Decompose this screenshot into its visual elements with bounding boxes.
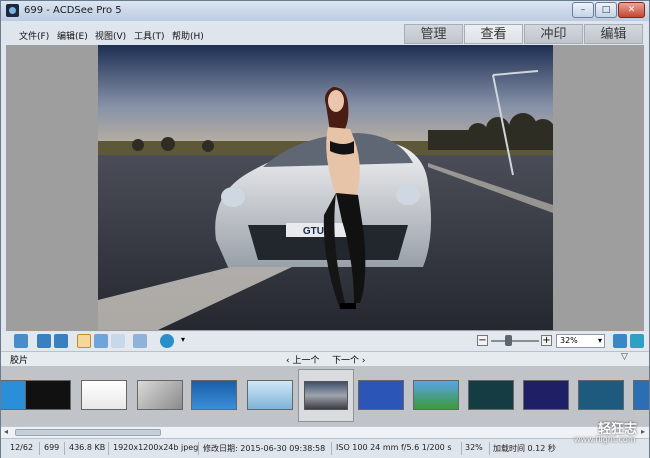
chevron-down-icon: ▾ [597, 336, 602, 345]
menu-edit[interactable]: 编辑(E) [57, 29, 88, 42]
status-zoom: 32% [465, 443, 483, 452]
filmstrip-header: 胶片 ‹ 上一个 下一个 › ▽ [1, 351, 649, 366]
tab-manage[interactable]: 管理 [404, 24, 463, 44]
filmstrip-thumb[interactable] [247, 380, 293, 410]
filmstrip-thumb-selected[interactable] [298, 369, 354, 422]
close-button[interactable]: ✕ [618, 2, 645, 18]
tab-develop[interactable]: 冲印 [524, 24, 583, 44]
photo: GTUU [98, 45, 553, 330]
status-name: 699 [44, 443, 60, 452]
filmstrip-thumb[interactable] [25, 380, 71, 410]
hand-tool-icon[interactable] [77, 334, 91, 348]
tab-edit[interactable]: 编辑 [584, 24, 643, 44]
filmstrip-thumb[interactable] [413, 380, 459, 410]
status-size: 436.8 KB [69, 443, 106, 452]
status-modified: 修改日期: 2015-06-30 09:38:58 [203, 444, 326, 453]
status-exif: ISO 100 24 mm f/5.6 1/200 s [336, 443, 452, 452]
rotate-left-icon[interactable] [37, 334, 51, 348]
select-tool-icon[interactable] [94, 334, 108, 348]
status-dimensions: 1920x1200x24b jpeg [113, 443, 199, 452]
image-viewer[interactable]: GTUU [6, 45, 644, 331]
menu-file[interactable]: 文件(F) [19, 29, 49, 42]
filmstrip-thumb[interactable] [358, 380, 404, 410]
selected-thumb-image [304, 381, 348, 410]
scroll-left-icon[interactable]: ◂ [4, 427, 8, 436]
filmstrip-thumb[interactable] [191, 380, 237, 410]
window-title: 699 - ACDSee Pro 5 [24, 5, 122, 16]
filmstrip-thumb[interactable] [633, 380, 649, 410]
watermark-url: www.flight.com [574, 435, 636, 444]
status-index: 12/62 [10, 443, 34, 452]
zoom-select[interactable]: 32% ▾ [556, 334, 605, 348]
scrollbar-thumb[interactable] [15, 429, 161, 436]
tab-view[interactable]: 查看 [464, 24, 523, 44]
minimize-button[interactable]: – [572, 2, 594, 18]
filmstrip-thumb[interactable] [578, 380, 624, 410]
fullscreen-icon[interactable] [630, 334, 644, 348]
maximize-button[interactable]: □ [595, 2, 617, 18]
menu-tools[interactable]: 工具(T) [134, 29, 165, 42]
filmstrip-thumb[interactable] [81, 380, 127, 410]
zoom-value: 32% [560, 336, 578, 345]
zoom-tool-icon[interactable] [111, 334, 125, 348]
zoom-out-button[interactable]: − [477, 335, 488, 346]
prev-button[interactable]: ‹ 上一个 [286, 353, 319, 366]
app-window: 699 - ACDSee Pro 5 – □ ✕ 文件(F) 编辑(E) 视图(… [0, 0, 650, 458]
prev-label: 上一个 [292, 356, 320, 366]
next-button[interactable]: 下一个 › [332, 353, 365, 366]
title-bar[interactable]: 699 - ACDSee Pro 5 – □ ✕ [1, 1, 649, 21]
app-icon [6, 4, 19, 17]
crop-tool-icon[interactable] [133, 334, 147, 348]
back-to-manage-icon[interactable] [14, 334, 28, 348]
zoom-slider-thumb[interactable] [505, 335, 512, 346]
globe-share-icon[interactable] [160, 334, 174, 348]
zoom-in-button[interactable]: + [541, 335, 552, 346]
viewer-toolbar: ▾ − + 32% ▾ [1, 332, 649, 351]
zoom-slider-track[interactable] [491, 340, 539, 342]
filmstrip-thumb[interactable] [137, 380, 183, 410]
menu-help[interactable]: 帮助(H) [172, 29, 204, 42]
collapse-filmstrip-icon[interactable]: ▽ [621, 352, 628, 362]
menu-view[interactable]: 视图(V) [95, 29, 126, 42]
filmstrip [1, 366, 649, 426]
rotate-right-icon[interactable] [54, 334, 68, 348]
dropdown-arrow-icon[interactable]: ▾ [181, 335, 185, 344]
filmstrip-thumb[interactable] [523, 380, 569, 410]
filmstrip-thumb[interactable] [468, 380, 514, 410]
status-load-time: 加载时间 0.12 秒 [493, 444, 556, 453]
filmstrip-label: 胶片 [10, 356, 29, 366]
next-label: 下一个 [332, 356, 360, 366]
status-bar: 12/62 699 436.8 KB 1920x1200x24b jpeg 修改… [1, 438, 649, 458]
fit-image-icon[interactable] [613, 334, 627, 348]
